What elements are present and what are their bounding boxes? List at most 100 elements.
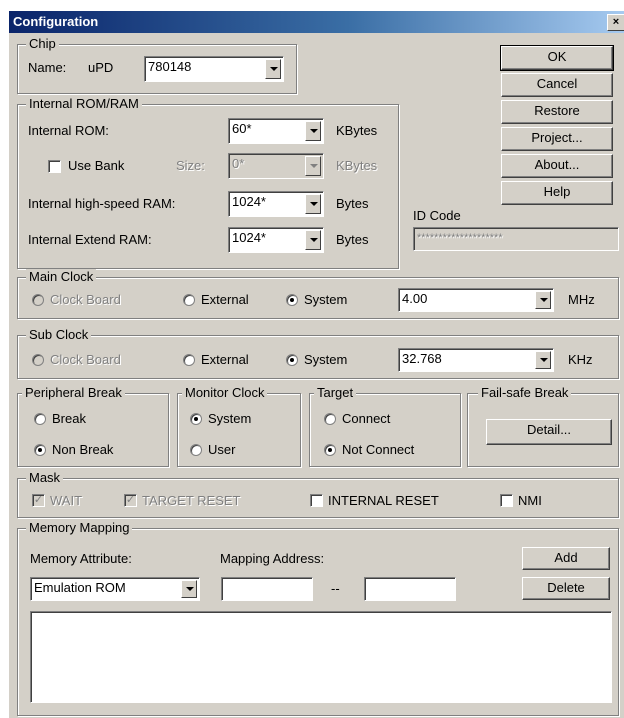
chip-legend: Chip — [26, 36, 59, 51]
main-clock-system-radio[interactable] — [286, 294, 298, 306]
monitor-clock-user-radio[interactable] — [190, 444, 202, 456]
help-label: Help — [543, 184, 571, 199]
rom-ram-group: Internal ROM/RAM Internal ROM: 60* KByte… — [17, 96, 399, 269]
configuration-dialog: Configuration × Chip Name: uPD 780148 OK… — [8, 10, 624, 718]
sub-clock-combo[interactable]: 32.768 — [398, 348, 554, 372]
wait-checkbox: ✓ — [32, 494, 45, 507]
delete-label: Delete — [547, 580, 585, 595]
rom-dropdown-arrow-icon[interactable] — [305, 121, 321, 141]
monitor-clock-system-radio[interactable] — [190, 413, 202, 425]
main-clock-system-label: System — [304, 292, 348, 307]
size-combo: 0* — [228, 153, 324, 179]
main-clock-external-radio[interactable] — [183, 294, 195, 306]
about-button[interactable]: About... — [501, 154, 613, 178]
internal-reset-checkbox[interactable] — [310, 494, 323, 507]
help-button[interactable]: Help — [501, 181, 613, 205]
sub-clock-board-label: Clock Board — [50, 352, 121, 367]
main-clock-dropdown-arrow-icon[interactable] — [535, 291, 551, 309]
ok-button[interactable]: OK — [500, 45, 614, 71]
peripheral-break-label: Break — [52, 411, 86, 426]
chip-name-combo[interactable]: 780148 — [144, 56, 284, 82]
id-code-value: ******************** — [417, 232, 503, 244]
memory-attribute-dropdown-arrow-icon[interactable] — [181, 580, 197, 598]
size-value: 0* — [232, 156, 245, 171]
chip-prefix: uPD — [88, 60, 114, 75]
hs-ram-value: 1024* — [232, 194, 266, 209]
about-label: About... — [534, 157, 580, 172]
mapping-address-to[interactable] — [364, 577, 456, 601]
sub-clock-external-radio[interactable] — [183, 354, 195, 366]
title-bar[interactable]: Configuration × — [9, 11, 624, 33]
peripheral-nonbreak-radio[interactable] — [34, 444, 46, 456]
target-notconnect-label: Not Connect — [342, 442, 415, 457]
sub-clock-value: 32.768 — [402, 351, 442, 366]
peripheral-break-radio[interactable] — [34, 413, 46, 425]
memory-mapping-legend: Memory Mapping — [26, 520, 133, 535]
delete-button[interactable]: Delete — [522, 577, 610, 600]
sub-clock-legend: Sub Clock — [26, 327, 92, 342]
memory-attribute-value: Emulation ROM — [34, 580, 126, 595]
cancel-button[interactable]: Cancel — [501, 73, 613, 97]
internal-rom-combo[interactable]: 60* — [228, 118, 324, 144]
restore-label: Restore — [534, 103, 580, 118]
chip-name-label: Name: — [28, 60, 67, 75]
ok-label: OK — [547, 49, 567, 64]
main-clock-combo[interactable]: 4.00 — [398, 288, 554, 312]
ext-ram-label: Internal Extend RAM: — [28, 232, 152, 247]
failsafe-legend: Fail-safe Break — [478, 385, 572, 400]
sub-clock-dropdown-arrow-icon[interactable] — [535, 351, 551, 369]
monitor-clock-user-label: User — [208, 442, 236, 457]
restore-button[interactable]: Restore — [501, 100, 613, 124]
project-button[interactable]: Project... — [501, 127, 613, 151]
sub-clock-system-label: System — [304, 352, 348, 367]
failsafe-group: Fail-safe Break Detail... — [467, 385, 619, 467]
main-clock-legend: Main Clock — [26, 269, 97, 284]
main-clock-board-label: Clock Board — [50, 292, 121, 307]
main-clock-unit: MHz — [568, 292, 595, 307]
detail-button[interactable]: Detail... — [486, 419, 612, 445]
add-button[interactable]: Add — [522, 547, 610, 570]
target-legend: Target — [314, 385, 357, 400]
ext-ram-combo[interactable]: 1024* — [228, 227, 324, 253]
ext-ram-unit: Bytes — [336, 232, 369, 247]
sub-clock-system-radio[interactable] — [286, 354, 298, 366]
address-separator: -- — [331, 581, 340, 596]
ext-ram-dropdown-arrow-icon[interactable] — [305, 230, 321, 250]
ext-ram-value: 1024* — [232, 230, 266, 245]
internal-rom-label: Internal ROM: — [28, 123, 109, 138]
id-code-label: ID Code — [413, 208, 461, 223]
size-dropdown-arrow-icon — [305, 156, 321, 176]
peripheral-break-group: Peripheral Break Break Non Break — [17, 385, 169, 467]
hs-ram-label: Internal high-speed RAM: — [28, 196, 176, 211]
mapping-address-label: Mapping Address: — [220, 551, 325, 566]
close-button[interactable]: × — [607, 14, 624, 31]
size-label: Size: — [176, 158, 205, 173]
mapping-address-from[interactable] — [221, 577, 313, 601]
cancel-label: Cancel — [536, 76, 578, 91]
use-bank-label: Use Bank — [68, 158, 125, 173]
monitor-clock-group: Monitor Clock System User — [177, 385, 301, 467]
project-label: Project... — [531, 130, 583, 145]
memory-attribute-label: Memory Attribute: — [30, 551, 132, 566]
monitor-clock-system-label: System — [208, 411, 252, 426]
sub-clock-board-radio — [32, 354, 44, 366]
memory-mapping-list[interactable] — [30, 611, 612, 703]
window-title: Configuration — [13, 14, 99, 29]
nmi-checkbox[interactable] — [500, 494, 513, 507]
use-bank-checkbox[interactable] — [48, 160, 61, 173]
target-notconnect-radio[interactable] — [324, 444, 336, 456]
internal-reset-label: INTERNAL RESET — [328, 493, 439, 508]
target-connect-radio[interactable] — [324, 413, 336, 425]
rom-ram-legend: Internal ROM/RAM — [26, 96, 142, 111]
target-reset-label: TARGET RESET — [142, 493, 241, 508]
memory-attribute-combo[interactable]: Emulation ROM — [30, 577, 200, 601]
hs-ram-combo[interactable]: 1024* — [228, 191, 324, 217]
target-group: Target Connect Not Connect — [309, 385, 461, 467]
monitor-clock-legend: Monitor Clock — [182, 385, 268, 400]
chip-dropdown-arrow-icon[interactable] — [265, 59, 281, 79]
chip-group: Chip Name: uPD 780148 — [17, 36, 297, 94]
size-unit: KBytes — [336, 158, 378, 173]
hs-ram-dropdown-arrow-icon[interactable] — [305, 194, 321, 214]
main-clock-value: 4.00 — [402, 291, 428, 306]
nmi-label: NMI — [518, 493, 542, 508]
